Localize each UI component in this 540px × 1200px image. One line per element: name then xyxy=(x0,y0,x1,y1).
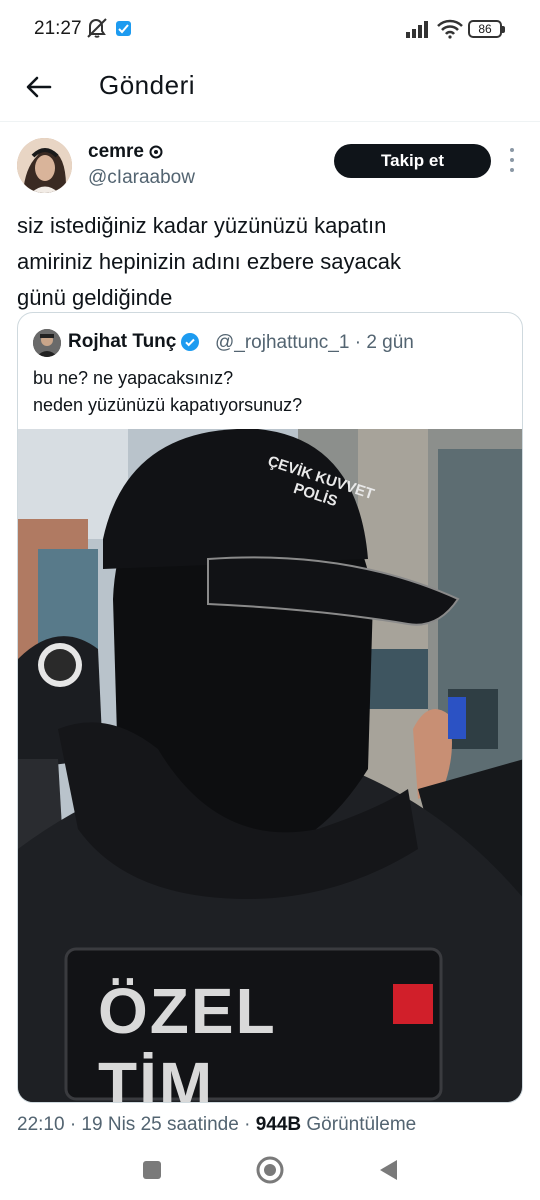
quote-author-name: Rojhat Tunç xyxy=(68,331,200,353)
signal-icon xyxy=(406,20,432,43)
page-header: Gönderi xyxy=(0,60,540,122)
avatar[interactable] xyxy=(17,138,72,193)
views-count: 944B xyxy=(255,1114,302,1135)
triangle-back-icon xyxy=(380,1160,397,1180)
author-handle[interactable]: @cIaraabow xyxy=(88,167,195,189)
quoted-tweet[interactable]: Rojhat Tunç @_rojhattunc_1 · 2 gün bu ne… xyxy=(17,312,523,1103)
tweet-media-image[interactable]: ÇEVİK KUVVET POLİS ÖZEL TİM xyxy=(18,429,522,1103)
wifi-icon xyxy=(437,19,463,44)
views-label: Görüntüleme xyxy=(301,1114,417,1135)
square-icon xyxy=(143,1161,161,1179)
vest-text: ÖZEL TİM xyxy=(98,975,276,1103)
quote-avatar xyxy=(33,329,61,357)
battery-icon: 86 xyxy=(468,20,505,38)
back-button[interactable] xyxy=(22,70,56,104)
home-button[interactable] xyxy=(256,1156,284,1184)
verified-badge-icon xyxy=(181,333,200,351)
spiral-icon xyxy=(149,145,163,159)
status-time: 21:27 xyxy=(34,18,82,39)
mute-icon xyxy=(86,17,110,44)
author-name-text: cemre xyxy=(88,141,144,162)
author-name[interactable]: cemre xyxy=(88,141,163,163)
more-options-icon[interactable] xyxy=(504,148,520,172)
follow-button[interactable]: Takip et xyxy=(334,144,491,178)
status-bar: 21:27 86 xyxy=(0,0,540,60)
tweet-text: siz istediğiniz kadar yüzünüzü kapatın a… xyxy=(17,213,401,310)
recents-button[interactable] xyxy=(138,1156,166,1184)
tweet-footer: 22:10 · 19 Nis 25 saatinde · 944B Görünt… xyxy=(17,1114,416,1136)
page-title: Gönderi xyxy=(99,70,195,100)
arrow-left-icon xyxy=(26,76,52,98)
back-nav-button[interactable] xyxy=(374,1156,402,1184)
system-nav-bar xyxy=(0,1142,540,1200)
quote-author-name-text: Rojhat Tunç xyxy=(68,331,177,352)
twitter-icon xyxy=(116,21,131,36)
quote-meta: @_rojhattunc_1 · 2 gün xyxy=(215,332,414,353)
quote-text: bu ne? ne yapacaksınız? neden yüzünüzü k… xyxy=(33,368,303,415)
tweet-timestamp: 22:10 · 19 Nis 25 saatinde · xyxy=(17,1114,256,1135)
circle-icon xyxy=(256,1156,284,1184)
